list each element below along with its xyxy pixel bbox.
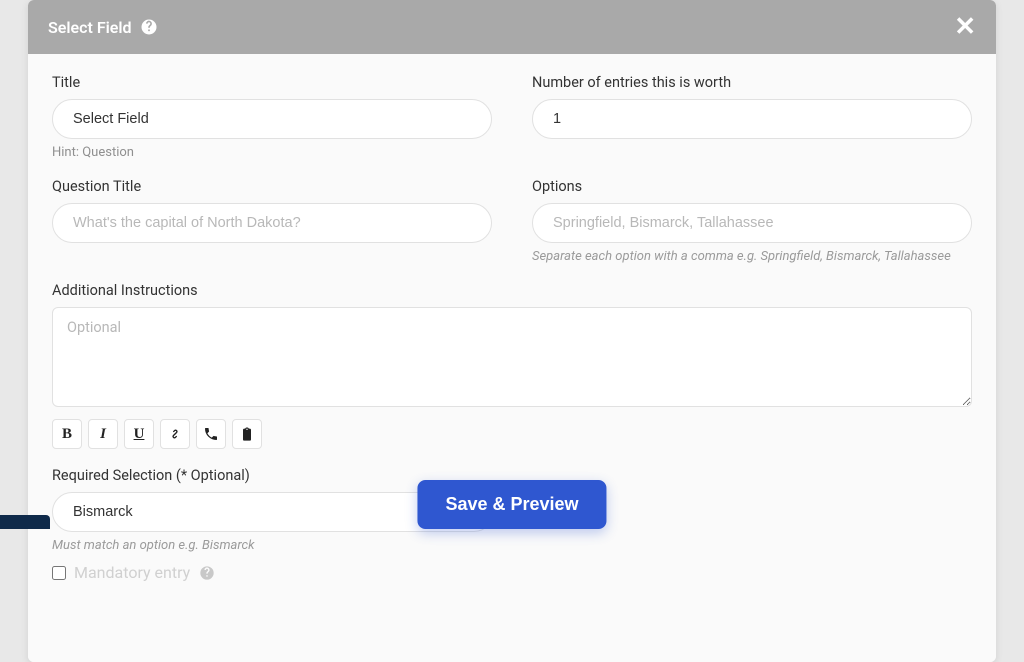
question-title-input[interactable] [52, 203, 492, 243]
italic-button[interactable]: I [88, 419, 118, 449]
options-input[interactable] [532, 203, 972, 243]
link-button[interactable] [160, 419, 190, 449]
modal-title: Select Field [48, 18, 158, 37]
entries-label: Number of entries this is worth [532, 74, 972, 91]
underline-button[interactable]: U [124, 419, 154, 449]
instructions-textarea[interactable] [52, 307, 972, 407]
editor-toolbar: B I U [52, 419, 972, 449]
help-icon[interactable] [140, 18, 158, 36]
modal-header: Select Field ✕ [28, 0, 996, 54]
question-title-label: Question Title [52, 178, 492, 195]
entries-input[interactable] [532, 99, 972, 139]
bold-button[interactable]: B [52, 419, 82, 449]
bottom-accent [0, 515, 50, 529]
title-input[interactable] [52, 99, 492, 139]
mandatory-checkbox[interactable] [52, 566, 66, 580]
options-label: Options [532, 178, 972, 195]
title-label: Title [52, 74, 492, 91]
phone-button[interactable] [196, 419, 226, 449]
modal: Select Field ✕ Title Hint: Question Numb… [28, 0, 996, 662]
mandatory-label: Mandatory entry [74, 563, 190, 582]
modal-title-text: Select Field [48, 18, 132, 37]
clipboard-button[interactable] [232, 419, 262, 449]
title-hint: Hint: Question [52, 145, 492, 160]
save-preview-button[interactable]: Save & Preview [417, 480, 606, 529]
mandatory-row: Mandatory entry [52, 563, 494, 582]
close-icon[interactable]: ✕ [954, 14, 976, 40]
mandatory-help-icon[interactable] [198, 564, 216, 582]
options-hint: Separate each option with a comma e.g. S… [532, 249, 972, 264]
modal-body: Title Hint: Question Number of entries t… [28, 54, 996, 662]
instructions-label: Additional Instructions [52, 282, 972, 299]
required-hint: Must match an option e.g. Bismarck [52, 538, 494, 553]
